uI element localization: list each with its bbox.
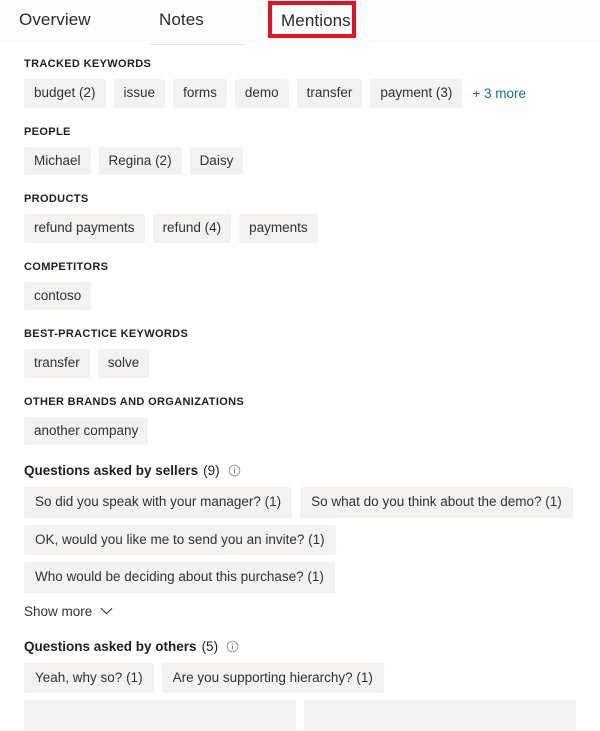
question-chip-group-clipped: xxxxxxxxxxxxxxxxxxxxxxxxxxxxxxxxxxxxxxxx… — [24, 700, 590, 731]
tab-notes[interactable]: Notes — [159, 10, 204, 30]
info-circle-icon[interactable] — [226, 640, 239, 653]
keyword-chip[interactable]: another company — [24, 416, 149, 445]
section-label: COMPETITORS — [24, 260, 109, 273]
mention-sections: TRACKED KEYWORDS budget (2) issue forms demo… — [0, 58, 600, 445]
keyword-chip[interactable]: Daisy — [189, 146, 244, 175]
info-circle-icon[interactable] — [228, 464, 241, 477]
mentions-panel: TRACKED KEYWORDS budget (2) issue forms demo… — [0, 40, 600, 731]
tab-bar: Overview Notes Mentions — [0, 0, 600, 45]
keyword-chip[interactable]: budget (2) — [24, 79, 106, 108]
keyword-chip[interactable]: Regina (2) — [98, 146, 182, 175]
question-group-title: Questions asked by sellers — [24, 463, 199, 478]
question-chip-clipped[interactable]: xxxxxxxxxxxxxxxxxxxxxxxxxxxxxxxxxxxxx — [303, 700, 576, 731]
question-chip[interactable]: So what do you think about the demo? (1) — [300, 487, 573, 518]
question-group-header: Questions asked by others (5) — [24, 639, 600, 654]
keyword-chip[interactable]: refund (4) — [152, 214, 232, 243]
keyword-chip[interactable]: forms — [173, 79, 227, 108]
chip-group: Michael Regina (2) Daisy — [24, 146, 584, 175]
section-best-practice-keywords: BEST-PRACTICE KEYWORDS transfer solve — [0, 328, 600, 378]
question-chip[interactable]: So did you speak with your manager? (1) — [24, 487, 293, 518]
keyword-chip[interactable]: demo — [234, 79, 289, 108]
tab-overview[interactable]: Overview — [19, 10, 91, 30]
section-tracked-keywords: TRACKED KEYWORDS budget (2) issue forms demo… — [0, 58, 600, 108]
section-label: TRACKED KEYWORDS — [24, 58, 152, 70]
chevron-down-icon — [100, 607, 113, 615]
question-chip-group: Yeah, why so? (1) Are you supporting hier… — [24, 662, 590, 693]
keyword-chip[interactable]: issue — [113, 79, 166, 108]
group-questions-by-sellers: Questions asked by sellers (9) So did you … — [0, 463, 600, 639]
section-products: PRODUCTS refund payments refund (4) payment… — [0, 193, 600, 243]
question-count: (5) — [201, 638, 219, 654]
question-chip-group: So did you speak with your manager? (1) S… — [24, 487, 590, 593]
section-people: PEOPLE Michael Regina (2) Daisy — [0, 125, 600, 175]
tab-mentions[interactable]: Mentions — [281, 11, 351, 31]
keyword-chip[interactable]: contoso — [24, 281, 92, 310]
keyword-chip[interactable]: payments — [239, 214, 318, 243]
keyword-chip[interactable]: transfer — [296, 79, 363, 108]
show-more-label: Show more — [24, 603, 93, 619]
section-label: PEOPLE — [24, 125, 71, 138]
section-label: BEST-PRACTICE KEYWORDS — [24, 328, 189, 340]
keyword-chip[interactable]: solve — [97, 349, 150, 378]
question-group-title: Questions asked by others — [24, 638, 197, 654]
question-chip-clipped[interactable]: xxxxxxxxxxxxxxxxxxxxxxxxxxxxxxxxxxxxx — [24, 700, 296, 731]
chip-group: refund payments refund (4) payments — [24, 214, 584, 243]
question-chip[interactable]: OK, would you like me to send you an inv… — [24, 524, 336, 555]
question-group-header: Questions asked by sellers (9) — [24, 463, 600, 478]
chip-group: budget (2) issue forms demo transfer payment … — [24, 79, 584, 108]
section-competitors: COMPETITORS contoso — [0, 260, 600, 310]
keyword-chip[interactable]: refund payments — [24, 214, 145, 243]
keyword-chip[interactable]: Michael — [24, 146, 91, 175]
question-chip[interactable]: Yeah, why so? (1) — [24, 662, 154, 693]
chip-group: contoso — [24, 281, 584, 310]
keyword-chip[interactable]: transfer — [24, 349, 90, 378]
keyword-chip[interactable]: payment (3) — [370, 79, 463, 108]
group-questions-by-others: Questions asked by others (5) Yeah, why so… — [0, 639, 600, 731]
question-chip[interactable]: Who would be deciding about this purchas… — [24, 562, 335, 593]
chip-group: transfer solve — [24, 349, 584, 378]
section-other-brands: OTHER BRANDS AND ORGANIZATIONS another co… — [0, 395, 600, 445]
chip-group: another company — [24, 416, 584, 445]
question-count: (9) — [203, 463, 220, 478]
show-more-keywords-link[interactable]: + 3 more — [470, 82, 528, 105]
section-label: OTHER BRANDS AND ORGANIZATIONS — [24, 395, 245, 408]
question-chip[interactable]: Are you supporting hierarchy? (1) — [161, 662, 384, 693]
question-sections: Questions asked by sellers (9) So did you … — [0, 463, 600, 731]
section-label: PRODUCTS — [24, 193, 89, 205]
show-more-questions-button[interactable]: Show more — [24, 604, 113, 619]
